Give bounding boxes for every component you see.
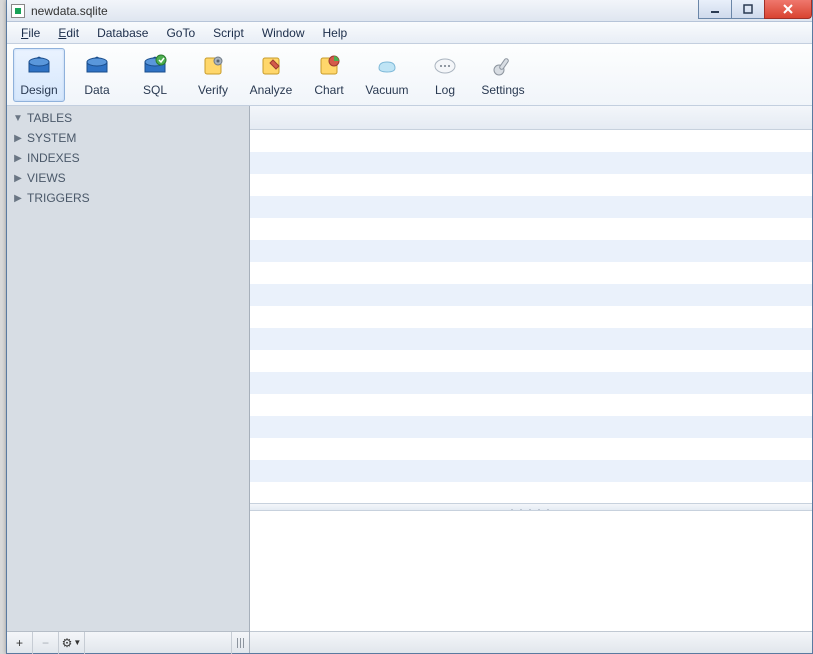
tree-item-triggers[interactable]: ▶TRIGGERS <box>7 188 249 208</box>
grid-row[interactable] <box>250 130 812 152</box>
close-button[interactable] <box>764 0 812 19</box>
design-icon <box>25 53 53 79</box>
grid-row[interactable] <box>250 394 812 416</box>
chart-button[interactable]: Chart <box>303 48 355 102</box>
vacuum-button[interactable]: Vacuum <box>361 48 413 102</box>
grid-row[interactable] <box>250 460 812 482</box>
tree-item-views[interactable]: ▶VIEWS <box>7 168 249 188</box>
chevron-right-icon: ▶ <box>13 173 23 184</box>
menu-file[interactable]: File <box>13 24 48 42</box>
grid-row[interactable] <box>250 328 812 350</box>
chevron-down-icon: ▼ <box>73 638 81 647</box>
grid-header <box>250 106 812 130</box>
chevron-right-icon: ▶ <box>13 193 23 204</box>
window-title: newdata.sqlite <box>31 4 108 18</box>
verify-button[interactable]: Verify <box>187 48 239 102</box>
sql-button[interactable]: SQL <box>129 48 181 102</box>
grid-row[interactable] <box>250 152 812 174</box>
window-controls <box>699 0 812 19</box>
chevron-right-icon: ▶ <box>13 153 23 164</box>
settings-icon <box>489 53 517 79</box>
grid-row[interactable] <box>250 196 812 218</box>
grid-row[interactable] <box>250 218 812 240</box>
grid-row[interactable] <box>250 174 812 196</box>
log-button[interactable]: Log <box>419 48 471 102</box>
horizontal-splitter[interactable]: . . . . . <box>250 503 812 511</box>
remove-button[interactable]: − <box>33 632 59 654</box>
grid-row[interactable] <box>250 306 812 328</box>
verify-icon <box>199 53 227 79</box>
settings-button[interactable]: Settings <box>477 48 529 102</box>
app-icon <box>11 4 25 18</box>
minimize-icon <box>709 3 721 15</box>
app-window: newdata.sqlite File Edit Database GoTo S… <box>6 0 813 654</box>
titlebar[interactable]: newdata.sqlite <box>7 0 812 22</box>
menu-goto[interactable]: GoTo <box>158 24 203 42</box>
grid-row[interactable] <box>250 438 812 460</box>
add-button[interactable]: + <box>7 632 33 654</box>
body: ▼TABLES ▶SYSTEM ▶INDEXES ▶VIEWS ▶TRIGGER… <box>7 106 812 653</box>
main-panel: . . . . . <box>250 106 812 653</box>
grid-row[interactable] <box>250 416 812 438</box>
grid-row[interactable] <box>250 240 812 262</box>
grid-row[interactable] <box>250 350 812 372</box>
menubar: File Edit Database GoTo Script Window He… <box>7 22 812 44</box>
sidebar: ▼TABLES ▶SYSTEM ▶INDEXES ▶VIEWS ▶TRIGGER… <box>7 106 250 653</box>
tree-item-tables[interactable]: ▼TABLES <box>7 108 249 128</box>
menu-script[interactable]: Script <box>205 24 252 42</box>
statusbar <box>250 631 812 653</box>
gear-icon: ⚙ <box>62 636 73 650</box>
close-icon <box>781 3 795 15</box>
sql-icon <box>141 53 169 79</box>
menu-edit[interactable]: Edit <box>50 24 87 42</box>
grid-row[interactable] <box>250 372 812 394</box>
analyze-button[interactable]: Analyze <box>245 48 297 102</box>
tree-item-system[interactable]: ▶SYSTEM <box>7 128 249 148</box>
vacuum-icon <box>373 53 401 79</box>
grid-row[interactable] <box>250 284 812 306</box>
tree-item-indexes[interactable]: ▶INDEXES <box>7 148 249 168</box>
menu-database[interactable]: Database <box>89 24 156 42</box>
maximize-icon <box>742 3 754 15</box>
chevron-down-icon: ▼ <box>13 113 23 124</box>
data-icon <box>83 53 111 79</box>
menu-window[interactable]: Window <box>254 24 313 42</box>
data-grid[interactable] <box>250 130 812 503</box>
chevron-right-icon: ▶ <box>13 133 23 144</box>
analyze-icon <box>257 53 285 79</box>
log-icon <box>431 53 459 79</box>
sidebar-footer: + − ⚙▼ <box>7 631 249 653</box>
grid-row[interactable] <box>250 262 812 284</box>
toolbar: Design Data SQL Verify Analyze <box>7 44 812 106</box>
minimize-button[interactable] <box>698 0 732 19</box>
gear-button[interactable]: ⚙▼ <box>59 632 85 654</box>
maximize-button[interactable] <box>731 0 765 19</box>
detail-panel <box>250 511 812 631</box>
menu-help[interactable]: Help <box>315 24 356 42</box>
tree: ▼TABLES ▶SYSTEM ▶INDEXES ▶VIEWS ▶TRIGGER… <box>7 106 249 631</box>
sidebar-resize-handle[interactable] <box>246 106 252 653</box>
data-button[interactable]: Data <box>71 48 123 102</box>
chart-icon <box>315 53 343 79</box>
design-button[interactable]: Design <box>13 48 65 102</box>
